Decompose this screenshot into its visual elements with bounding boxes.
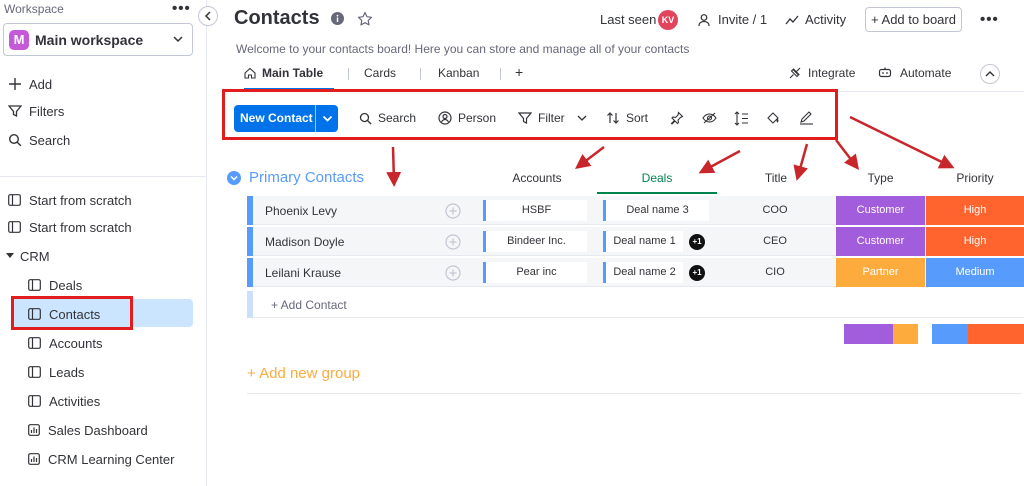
app-root: Workspace ••• M Main workspace Add Filte…	[0, 0, 1024, 486]
annotation-arrows	[386, 115, 955, 187]
